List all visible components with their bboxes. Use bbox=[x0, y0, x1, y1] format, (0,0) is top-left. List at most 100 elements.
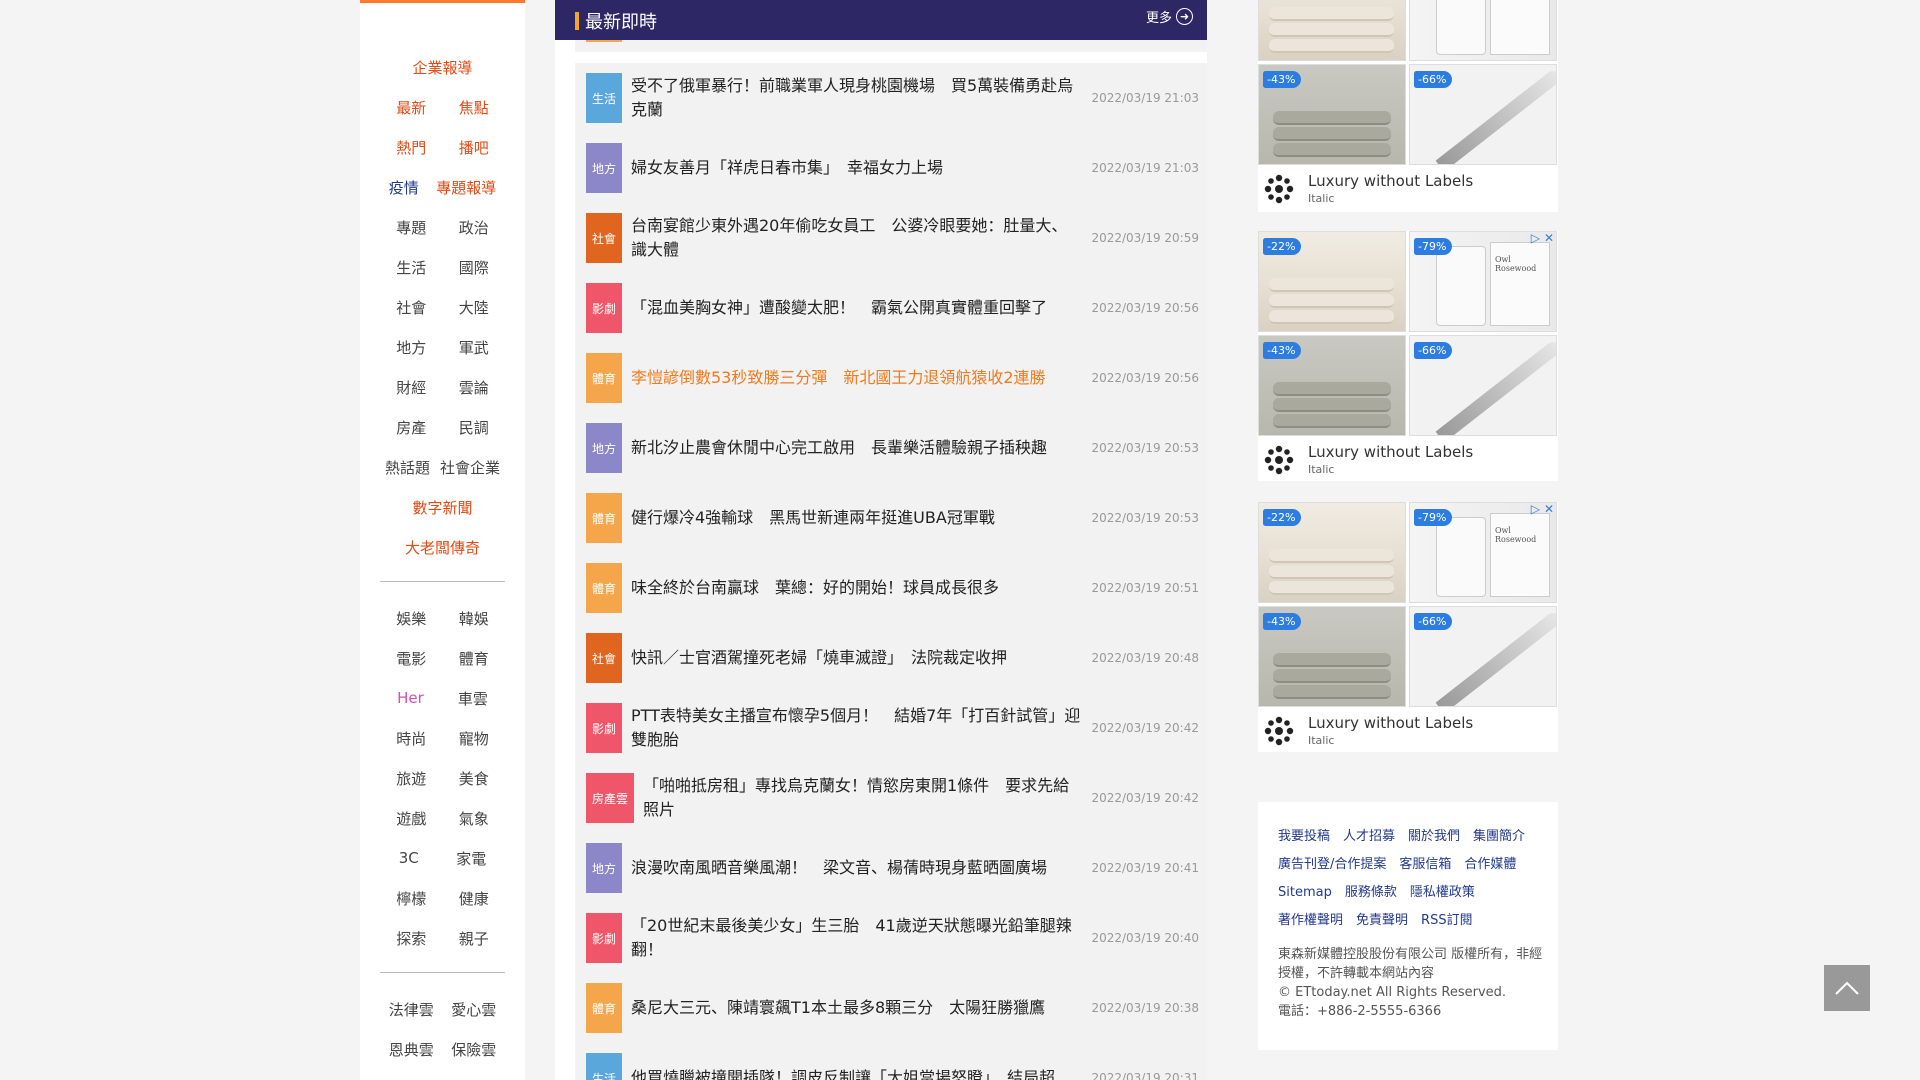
news-item[interactable]: 地方 婦女友善月「祥虎日春市集」 幸福女力上場 2022/03/19 21:03 bbox=[575, 133, 1207, 203]
product-mug[interactable]: Owl Rosewood -79% bbox=[1409, 502, 1557, 603]
nav-link[interactable]: 體育 bbox=[459, 648, 489, 669]
nav-link[interactable]: 企業報導 bbox=[412, 57, 472, 78]
news-headline[interactable]: 味全終於台南贏球 葉總：好的開始！球員成長很多 bbox=[631, 553, 1081, 623]
news-item[interactable]: 地方 浪漫吹南風晒音樂風潮！ 梁文音、楊蒨時現身藍晒圖廣場 2022/03/19 2… bbox=[575, 833, 1207, 903]
more-link[interactable]: 更多 ➜ bbox=[1146, 7, 1193, 26]
product-mug[interactable]: Owl Rosewood -79% bbox=[1409, 231, 1557, 332]
ad-unit[interactable]: -22% Owl Rosewood -79% -43% -66% Luxury witho… bbox=[1258, 231, 1558, 481]
nav-link[interactable]: 3C bbox=[399, 849, 419, 867]
category-tag[interactable]: 影劇 bbox=[586, 283, 622, 333]
news-item[interactable]: 社會 快訊／士官酒駕撞死老婦「燒車滅證」 法院裁定收押 2022/03/19 20:… bbox=[575, 623, 1207, 693]
adchoices-icon[interactable]: ▷ bbox=[1531, 231, 1540, 245]
footer-link[interactable]: 人才招募 bbox=[1343, 829, 1395, 844]
nav-link[interactable]: 國際 bbox=[459, 257, 489, 278]
adchoices[interactable]: ▷ ✕ bbox=[1531, 502, 1554, 516]
category-tag[interactable]: 生活 bbox=[586, 73, 622, 123]
category-tag[interactable]: 體育 bbox=[586, 493, 622, 543]
news-headline[interactable]: 浪漫吹南風晒音樂風潮！ 梁文音、楊蒨時現身藍晒圖廣場 bbox=[631, 833, 1081, 903]
category-tag[interactable]: 影劇 bbox=[586, 703, 622, 753]
nav-link[interactable]: 美食 bbox=[459, 768, 489, 789]
news-item[interactable]: 房產雲 「啪啪抵房租」專找烏克蘭女！情慾房東開1條件 要求先給照片 2022/03/… bbox=[575, 763, 1207, 833]
category-tag[interactable]: 生活 bbox=[586, 1053, 622, 1080]
nav-link[interactable]: 大老闆傳奇 bbox=[405, 537, 480, 558]
product-grey-towels[interactable]: -43% bbox=[1258, 335, 1406, 436]
nav-link[interactable]: 社會 bbox=[396, 297, 426, 318]
news-headline[interactable]: 新北汐止農會休閒中心完工啟用 長輩樂活體驗親子插秧趣 bbox=[631, 413, 1081, 483]
footer-link[interactable]: 免責聲明 bbox=[1356, 913, 1408, 928]
footer-link[interactable]: 關於我們 bbox=[1408, 829, 1460, 844]
product-white-towels[interactable] bbox=[1258, 0, 1406, 61]
news-headline[interactable]: 他買燒臘被撞開插隊！調皮反制讓「大姐當場怒瞪」 結局超 bbox=[631, 1043, 1081, 1080]
nav-link[interactable]: 遊戲 bbox=[396, 808, 426, 829]
news-item[interactable]: 影劇 PTT表特美女主播宣布懷孕5個月！ 結婚7年「打百針試管」迎雙胞胎 2022/… bbox=[575, 693, 1207, 763]
nav-link[interactable]: 社會企業 bbox=[440, 457, 500, 478]
ad-brand[interactable]: Luxury without Labels Italic bbox=[1258, 439, 1558, 479]
news-item[interactable]: 體育 味全終於台南贏球 葉總：好的開始！球員成長很多 2022/03/19 20:5… bbox=[575, 553, 1207, 623]
nav-link[interactable]: 檸檬 bbox=[396, 888, 426, 909]
nav-link[interactable]: 寵物 bbox=[459, 728, 489, 749]
back-to-top-button[interactable] bbox=[1824, 965, 1870, 1011]
footer-link[interactable]: 集團簡介 bbox=[1473, 829, 1525, 844]
news-headline[interactable]: 李愷諺倒數53秒致勝三分彈 新北國王力退領航猿收2連勝 bbox=[631, 343, 1081, 413]
category-tag[interactable]: 體育 bbox=[586, 563, 622, 613]
product-knife[interactable]: -66% bbox=[1409, 335, 1557, 436]
news-headline[interactable]: 健行爆冷4強輸球 黑馬世新連兩年挺進UBA冠軍戰 bbox=[631, 483, 1081, 553]
news-item[interactable]: 生活 他買燒臘被撞開插隊！調皮反制讓「大姐當場怒瞪」 結局超 2022/03/19 … bbox=[575, 1043, 1207, 1080]
nav-link[interactable]: 電影 bbox=[396, 648, 426, 669]
nav-link[interactable]: 播吧 bbox=[459, 137, 489, 158]
footer-link[interactable]: 隱私權政策 bbox=[1410, 885, 1475, 900]
news-item[interactable]: 地方 新北汐止農會休閒中心完工啟用 長輩樂活體驗親子插秧趣 2022/03/19 2… bbox=[575, 413, 1207, 483]
category-tag[interactable]: 社會 bbox=[586, 633, 622, 683]
news-headline[interactable]: 桑尼大三元、陳靖寰飆T1本土最多8顆三分 太陽狂勝獵鷹 bbox=[631, 973, 1081, 1043]
ad-brand[interactable]: Luxury without Labels Italic bbox=[1258, 710, 1558, 750]
product-grey-towels[interactable]: -43% bbox=[1258, 606, 1406, 707]
news-headline[interactable]: 「啪啪抵房租」專找烏克蘭女！情慾房東開1條件 要求先給照片 bbox=[643, 763, 1081, 833]
footer-link[interactable]: 我要投稿 bbox=[1278, 829, 1330, 844]
nav-link[interactable]: 軍武 bbox=[459, 337, 489, 358]
footer-link[interactable]: 服務條款 bbox=[1345, 885, 1397, 900]
nav-link[interactable]: 房產 bbox=[396, 417, 426, 438]
ad-brand[interactable]: Luxury without Labels Italic bbox=[1258, 168, 1558, 208]
news-item[interactable]: 體育 李愷諺倒數53秒致勝三分彈 新北國王力退領航猿收2連勝 2022/03/19 … bbox=[575, 343, 1207, 413]
nav-link[interactable]: 地方 bbox=[396, 337, 426, 358]
category-tag[interactable]: 體育 bbox=[586, 983, 622, 1033]
nav-link[interactable]: 旅遊 bbox=[396, 768, 426, 789]
news-headline[interactable]: 「20世紀末最後美少女」生三胎 41歲逆天狀態曝光鉛筆腿辣翻！ bbox=[631, 903, 1081, 973]
nav-link[interactable]: 專題 bbox=[396, 217, 426, 238]
adchoices-icon[interactable]: ▷ bbox=[1531, 502, 1540, 516]
footer-link[interactable]: 客服信箱 bbox=[1399, 857, 1451, 872]
news-headline[interactable]: 台南宴館少東外遇20年偷吃女員工 公婆冷眼要她：肚量大、識大體 bbox=[631, 203, 1081, 273]
nav-link[interactable]: 焦點 bbox=[459, 97, 489, 118]
news-item[interactable]: 社會 台南宴館少東外遇20年偷吃女員工 公婆冷眼要她：肚量大、識大體 2022/03… bbox=[575, 203, 1207, 273]
nav-link[interactable]: 車雲 bbox=[458, 688, 488, 709]
close-icon[interactable]: ✕ bbox=[1544, 231, 1554, 245]
category-tag[interactable]: 房產雲 bbox=[586, 773, 634, 823]
nav-link[interactable]: 時尚 bbox=[396, 728, 426, 749]
product-knife[interactable]: -66% bbox=[1409, 606, 1557, 707]
category-tag[interactable]: 地方 bbox=[586, 843, 622, 893]
nav-link[interactable]: 探索 bbox=[396, 928, 426, 949]
footer-link[interactable]: 廣告刊登/合作提案 bbox=[1278, 857, 1386, 872]
product-white-towels[interactable]: -22% bbox=[1258, 231, 1406, 332]
footer-link[interactable]: Sitemap bbox=[1278, 885, 1332, 900]
nav-link[interactable]: 專題報導 bbox=[436, 177, 496, 198]
ad-unit[interactable]: Owl Rosewood -43% -66% Luxury without Label… bbox=[1258, 0, 1558, 212]
product-knife[interactable]: -66% bbox=[1409, 64, 1557, 165]
news-item[interactable]: 影劇 「20世紀末最後美少女」生三胎 41歲逆天狀態曝光鉛筆腿辣翻！ 2022/03… bbox=[575, 903, 1207, 973]
news-item[interactable]: 體育 桑尼大三元、陳靖寰飆T1本土最多8顆三分 太陽狂勝獵鷹 2022/03/19 … bbox=[575, 973, 1207, 1043]
nav-link[interactable]: 氣象 bbox=[459, 808, 489, 829]
footer-link[interactable]: RSS訂閱 bbox=[1421, 913, 1473, 928]
nav-link[interactable]: 政治 bbox=[459, 217, 489, 238]
nav-link[interactable]: 法律雲 bbox=[389, 999, 434, 1020]
category-tag[interactable]: 體育 bbox=[586, 353, 622, 403]
news-headline[interactable]: 快訊／士官酒駕撞死老婦「燒車滅證」 法院裁定收押 bbox=[631, 623, 1081, 693]
adchoices[interactable]: ▷ ✕ bbox=[1531, 231, 1554, 245]
product-mug[interactable]: Owl Rosewood bbox=[1409, 0, 1557, 61]
nav-link[interactable]: 娛樂 bbox=[396, 608, 426, 629]
category-tag[interactable]: 社會 bbox=[586, 213, 622, 263]
nav-link[interactable]: 健康 bbox=[459, 888, 489, 909]
ad-unit[interactable]: -22% Owl Rosewood -79% -43% -66% Luxury witho… bbox=[1258, 502, 1558, 752]
nav-link[interactable]: 雲論 bbox=[459, 377, 489, 398]
footer-link[interactable]: 合作媒體 bbox=[1464, 857, 1516, 872]
nav-link[interactable]: 民調 bbox=[459, 417, 489, 438]
